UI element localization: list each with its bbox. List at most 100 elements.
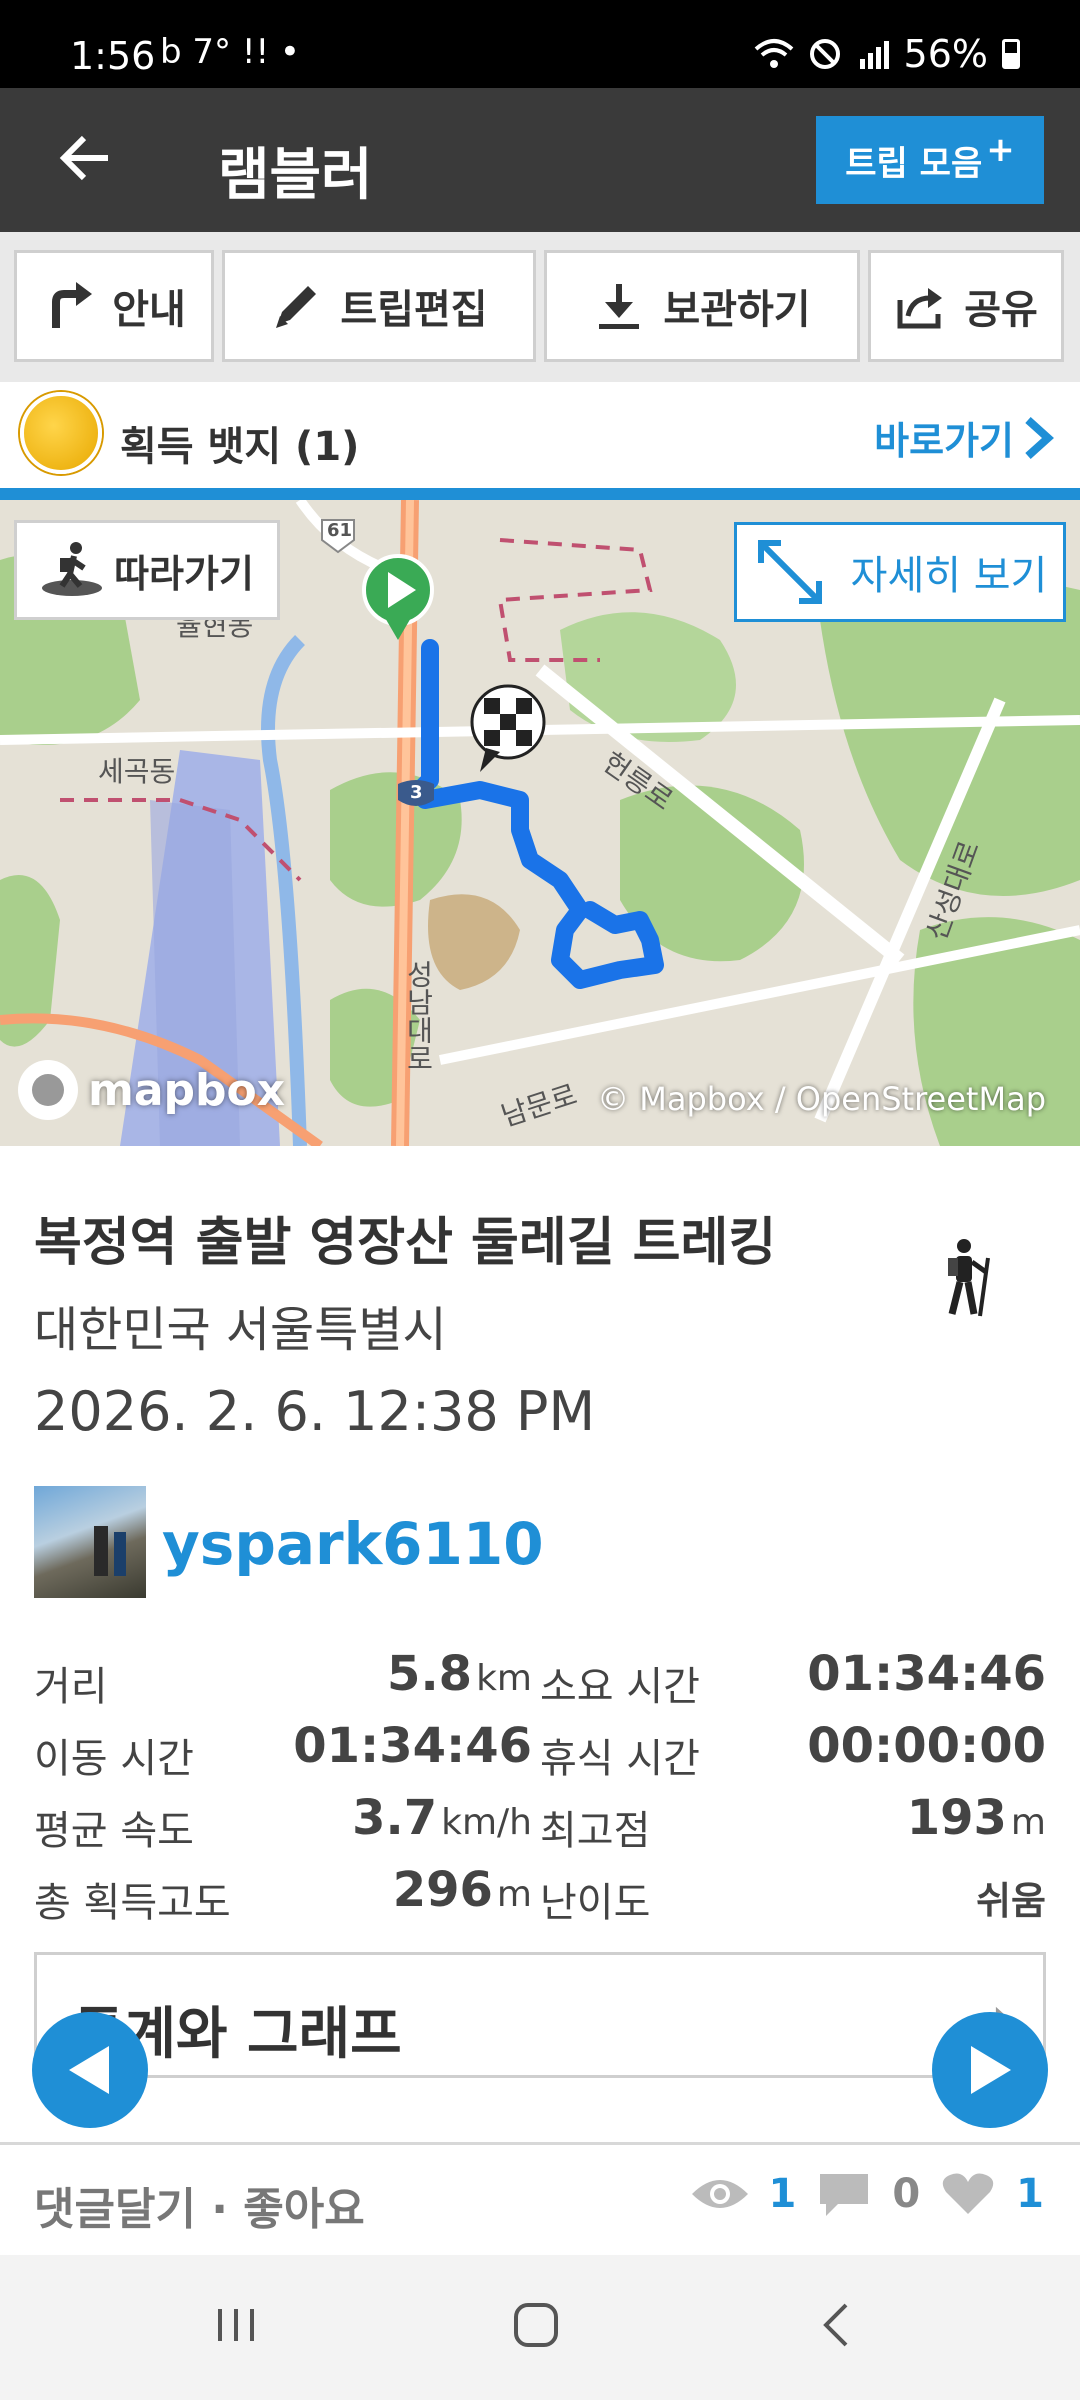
badge-label: 획득 뱃지 (1) [120, 424, 360, 470]
stat-row-gain: 총 획득고도 296 m 난이도 쉬움 [0, 1856, 1080, 1926]
plus-icon: + [986, 130, 1015, 170]
recent-apps-icon[interactable] [206, 2295, 266, 2355]
gain-label: 총 획득고도 [34, 1880, 231, 1926]
triangle-right-icon [971, 2046, 1011, 2094]
username-link[interactable]: yspark6110 [162, 1510, 544, 1578]
share-icon [897, 288, 943, 329]
rest-value: 00:00:00 [807, 1718, 1046, 1774]
views-count: 1 [768, 2171, 797, 2217]
action-bar: 안내 트립편집 보관하기 공유 [0, 232, 1080, 382]
comment-icon [820, 2174, 869, 2216]
mapbox-logo: mapbox [18, 1060, 285, 1120]
moving-label: 이동 시간 [34, 1736, 194, 1782]
guide-label: 안내 [112, 287, 186, 333]
notification-icons: b 7° !! • [160, 32, 300, 72]
duration-value: 01:34:46 [807, 1646, 1046, 1702]
battery-percent: 56% [903, 32, 988, 76]
home-icon[interactable] [506, 2295, 566, 2355]
route-shield-61: 61 [327, 520, 353, 541]
section-divider [0, 488, 1080, 500]
avg-speed-value-wrap: 3.7 km/h [352, 1790, 532, 1846]
trip-date: 2026. 2. 6. 12:38 PM [34, 1380, 596, 1443]
trip-collection-button[interactable]: 트립 모음 + [816, 116, 1044, 204]
distance-label: 거리 [34, 1664, 108, 1710]
share-button[interactable]: 공유 [868, 250, 1064, 362]
likes-count: 1 [1016, 2171, 1044, 2217]
turn-right-icon [52, 282, 93, 328]
goto-badges-link[interactable]: 바로가기 [874, 410, 1056, 465]
goto-label: 바로가기 [874, 419, 1014, 463]
back-nav-icon[interactable] [808, 2295, 868, 2355]
trip-collection-label: 트립 모음 [845, 143, 983, 184]
map-attribution[interactable]: © Mapbox / OpenStreetMap [597, 1080, 1046, 1118]
avg-speed-unit: km/h [441, 1802, 532, 1843]
distance-value-wrap: 5.8 km [387, 1646, 532, 1702]
expand-icon [757, 540, 822, 604]
route-shield-3: 3 [410, 782, 423, 803]
max-alt-unit: m [1010, 1802, 1046, 1843]
max-alt-value: 193 [906, 1790, 1007, 1846]
view-detail-button[interactable]: 자세히 보기 [734, 522, 1066, 622]
avg-speed-label: 평균 속도 [34, 1808, 194, 1854]
badge-icon [20, 392, 102, 474]
app-title: 램블러 [218, 143, 373, 208]
guide-button[interactable]: 안내 [14, 250, 214, 362]
app-bar: 램블러 트립 모음 + [0, 88, 1080, 232]
max-alt-label: 최고점 [540, 1808, 651, 1854]
place-label-seongnam: 성남대로 [402, 960, 435, 1072]
stat-row-distance: 거리 5.8 km 소요 시간 01:34:46 [0, 1640, 1080, 1710]
max-alt-value-wrap: 193 m [907, 1790, 1046, 1846]
trip-map[interactable]: 율현동 세곡동 헌릉로 성남대로 남문로 산성대로 61 3 따라가기 자세히 … [0, 500, 1080, 1146]
gain-value-wrap: 296 m [393, 1862, 532, 1918]
status-right: 56% [754, 32, 1020, 76]
triangle-left-icon [69, 2046, 109, 2094]
follow-button[interactable]: 따라가기 [14, 520, 280, 620]
wifi-icon [754, 39, 793, 68]
duration-label: 소요 시간 [540, 1664, 700, 1710]
pencil-icon [276, 286, 317, 328]
rest-label: 휴식 시간 [540, 1736, 700, 1782]
download-icon [599, 284, 640, 329]
follow-label: 따라가기 [114, 551, 254, 596]
stat-row-moving: 이동 시간 01:34:46 휴식 시간 00:00:00 [0, 1712, 1080, 1782]
distance-value: 5.8 [387, 1646, 473, 1702]
stat-row-speed: 평균 속도 3.7 km/h 최고점 193 m [0, 1784, 1080, 1854]
trip-title: 복정역 출발 영장산 둘레길 트레킹 [34, 1213, 777, 1273]
next-trip-button[interactable] [932, 2012, 1048, 2128]
save-button[interactable]: 보관하기 [544, 250, 860, 362]
dnd-icon [809, 39, 840, 69]
mapbox-logo-icon [18, 1060, 78, 1120]
stats-graph-card[interactable]: 통계와 그래프 › [34, 1952, 1046, 2078]
detail-label: 자세히 보기 [850, 553, 1048, 599]
hiking-icon [948, 1239, 990, 1317]
counters: 1 0 1 [690, 2171, 1044, 2217]
status-time: 1:56 [70, 34, 156, 78]
difficulty-label: 난이도 [540, 1880, 651, 1926]
gain-value: 296 [392, 1862, 493, 1918]
status-bar: 1:56 b 7° !! • 56% [0, 0, 1080, 88]
edit-trip-button[interactable]: 트립편집 [222, 250, 536, 362]
system-nav-bar [0, 2255, 1080, 2400]
hiker-icon [42, 542, 103, 596]
trip-location: 대한민국 서울특별시 [34, 1302, 447, 1358]
mapbox-logo-text: mapbox [88, 1064, 286, 1116]
share-label: 공유 [964, 287, 1038, 333]
place-label-segok: 세곡동 [98, 755, 176, 788]
avatar[interactable] [34, 1486, 146, 1598]
gain-unit: m [496, 1874, 532, 1915]
signal-icon [859, 41, 889, 69]
edit-trip-label: 트립편집 [340, 287, 488, 333]
difficulty-value: 쉬움 [976, 1879, 1046, 1923]
back-arrow-icon[interactable] [56, 128, 116, 188]
eye-icon [692, 2180, 749, 2208]
comments-count: 0 [892, 2171, 921, 2217]
previous-trip-button[interactable] [32, 2012, 148, 2128]
chevron-right-icon [1025, 416, 1054, 459]
badge-row[interactable]: 획득 뱃지 (1) 바로가기 [0, 382, 1080, 488]
moving-value: 01:34:46 [293, 1718, 532, 1774]
comment-like-link[interactable]: 댓글달기 · 좋아요 [34, 2173, 365, 2237]
comment-like-bar: 댓글달기 · 좋아요 1 0 1 [0, 2145, 1080, 2255]
heart-icon [942, 2173, 994, 2214]
distance-unit: km [476, 1658, 532, 1699]
save-label: 보관하기 [663, 287, 811, 333]
